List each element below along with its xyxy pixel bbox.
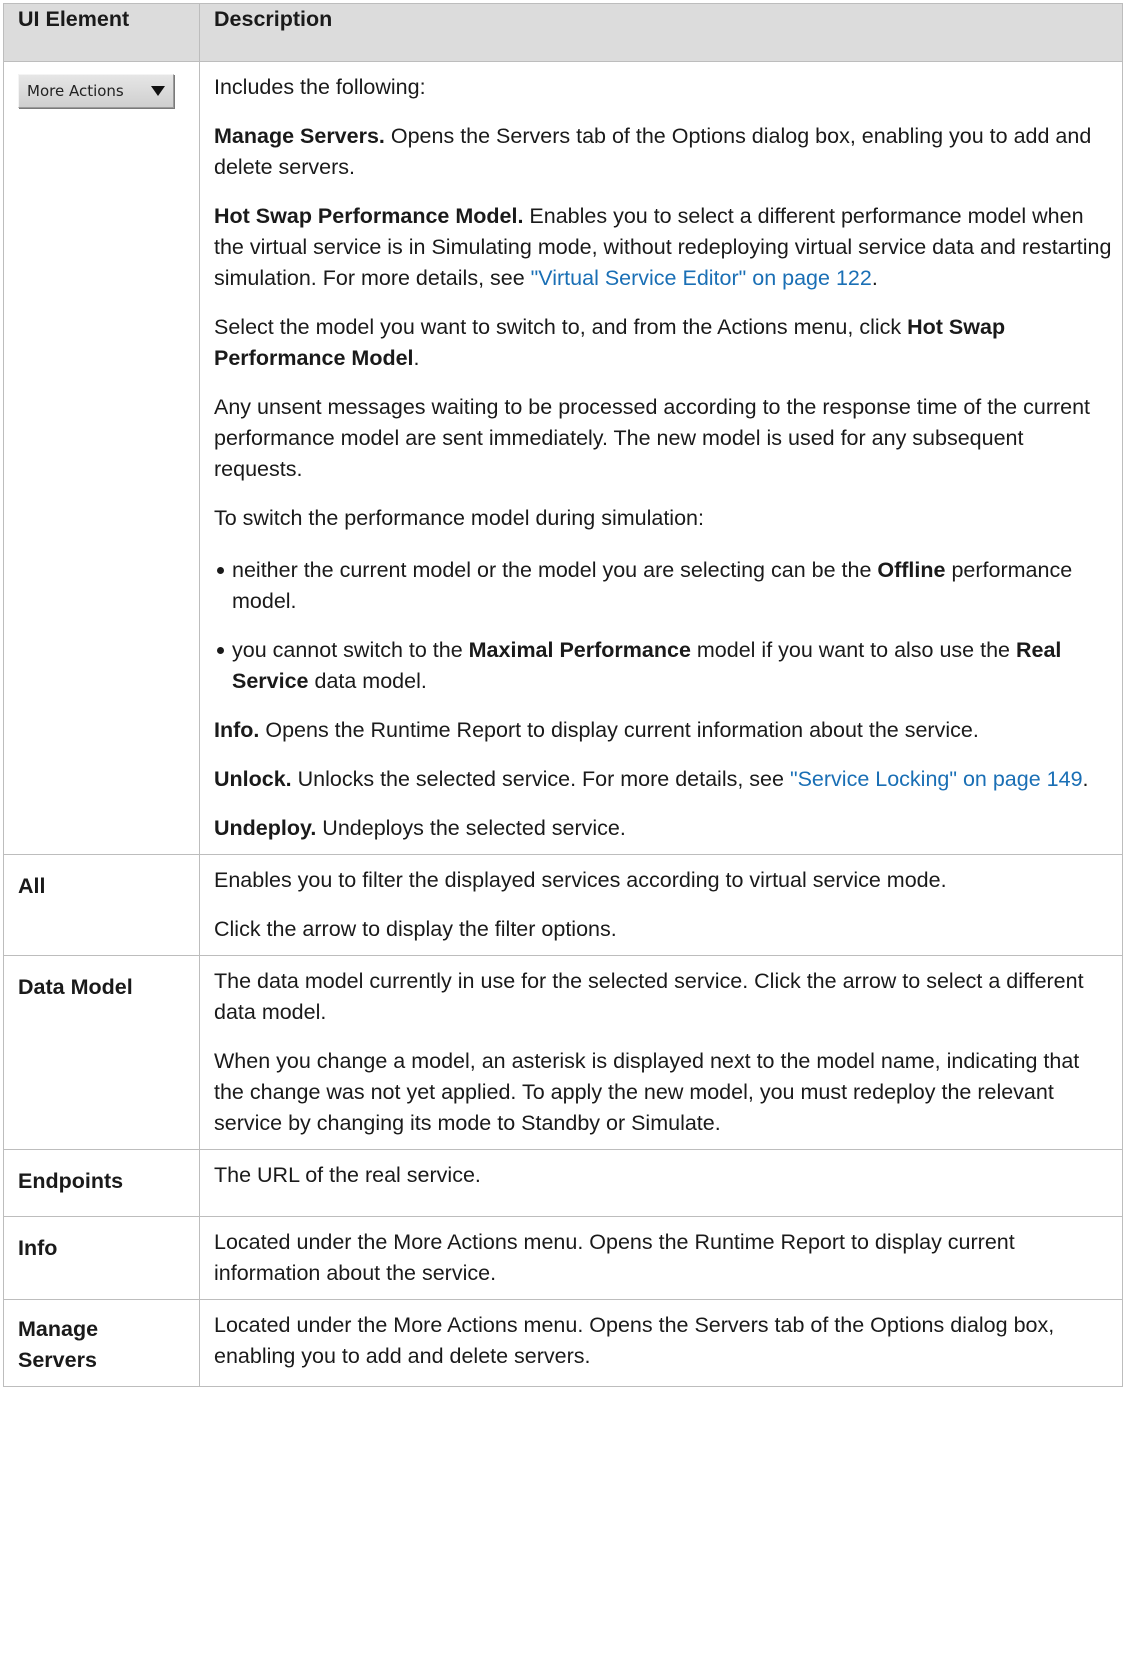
info-paragraph: Info. Opens the Runtime Report to displa…: [214, 715, 1112, 746]
select-model-paragraph: Select the model you want to switch to, …: [214, 312, 1112, 374]
bullet1-bold: Offline: [877, 558, 946, 582]
info-text: Opens the Runtime Report to display curr…: [259, 718, 979, 742]
table-row-manage-servers: Manage Servers Located under the More Ac…: [3, 1299, 1123, 1387]
bullet2-mid: model if you want to also use the: [690, 638, 1016, 662]
more-actions-button-label: More Actions: [27, 82, 124, 100]
service-locking-link[interactable]: "Service Locking" on page 149: [790, 767, 1083, 791]
manage-servers-term: Manage Servers.: [214, 124, 385, 148]
ui-element-cell: All: [3, 854, 200, 956]
manage-servers-label-line2: Servers: [18, 1348, 97, 1372]
hot-swap-after: .: [871, 266, 878, 290]
more-actions-button[interactable]: More Actions: [18, 74, 174, 108]
ui-element-cell: Manage Servers: [3, 1299, 200, 1387]
unlock-after: .: [1082, 767, 1089, 791]
switch-intro-paragraph: To switch the performance model during s…: [214, 506, 704, 530]
list-item: you cannot switch to the Maximal Perform…: [217, 635, 1112, 697]
select-model-after: .: [413, 346, 420, 370]
description-cell: Includes the following: Manage Servers. …: [199, 61, 1123, 855]
bullet2-bold1: Maximal Performance: [468, 638, 691, 662]
table-row-data-model: Data Model The data model currently in u…: [3, 955, 1123, 1150]
manage-servers-paragraph: Manage Servers. Opens the Servers tab of…: [214, 121, 1112, 183]
bullet2-after: data model.: [308, 669, 427, 693]
select-model-text: Select the model you want to switch to, …: [214, 315, 908, 339]
unlock-term: Unlock.: [214, 767, 292, 791]
all-label: All: [18, 874, 46, 898]
info-desc: Located under the More Actions menu. Ope…: [214, 1230, 1015, 1285]
table-row-info: Info Located under the More Actions menu…: [3, 1216, 1123, 1300]
bullet-icon: [217, 647, 224, 654]
info-term: Info.: [214, 718, 260, 742]
table-row-all: All Enables you to filter the displayed …: [3, 854, 1123, 956]
ui-element-cell: Data Model: [3, 955, 200, 1150]
bullet-icon: [217, 567, 224, 574]
table-row-endpoints: Endpoints The URL of the real service.: [3, 1149, 1123, 1217]
header-ui-element: UI Element: [3, 3, 200, 62]
manage-servers-label-line1: Manage: [18, 1317, 99, 1341]
endpoints-label: Endpoints: [18, 1169, 124, 1193]
table-header-row: UI Element Description: [3, 3, 1123, 62]
data-model-desc-2: When you change a model, an asterisk is …: [214, 1049, 1080, 1135]
ui-element-cell: More Actions: [3, 61, 200, 855]
description-cell: Located under the More Actions menu. Ope…: [199, 1216, 1123, 1300]
ui-element-cell: Info: [3, 1216, 200, 1300]
list-item: neither the current model or the model y…: [217, 555, 1112, 617]
virtual-service-editor-link[interactable]: "Virtual Service Editor" on page 122: [531, 266, 872, 290]
data-model-desc-1: The data model currently in use for the …: [214, 969, 1084, 1024]
ui-element-table: UI Element Description More Actions Incl…: [3, 3, 1123, 1387]
manage-servers-desc: Located under the More Actions menu. Ope…: [214, 1313, 1055, 1368]
description-cell: Located under the More Actions menu. Ope…: [199, 1299, 1123, 1387]
table-row-more-actions: More Actions Includes the following: Man…: [3, 61, 1123, 855]
undeploy-term: Undeploy.: [214, 816, 317, 840]
hot-swap-paragraph: Hot Swap Performance Model. Enables you …: [214, 201, 1112, 294]
triangle-down-icon: [151, 86, 165, 96]
endpoints-desc: The URL of the real service.: [214, 1163, 481, 1187]
more-actions-intro: Includes the following:: [214, 75, 426, 99]
undeploy-paragraph: Undeploy. Undeploys the selected service…: [214, 813, 1112, 844]
unsent-paragraph: Any unsent messages waiting to be proces…: [214, 395, 1091, 481]
header-description: Description: [199, 3, 1123, 62]
info-label: Info: [18, 1236, 58, 1260]
hot-swap-term: Hot Swap Performance Model.: [214, 204, 524, 228]
all-desc-2: Click the arrow to display the filter op…: [214, 917, 617, 941]
description-cell: Enables you to filter the displayed serv…: [199, 854, 1123, 956]
bullet1-text: neither the current model or the model y…: [232, 558, 878, 582]
description-cell: The data model currently in use for the …: [199, 955, 1123, 1150]
undeploy-text: Undeploys the selected service.: [316, 816, 626, 840]
unlock-paragraph: Unlock. Unlocks the selected service. Fo…: [214, 764, 1112, 795]
ui-element-cell: Endpoints: [3, 1149, 200, 1217]
all-desc-1: Enables you to filter the displayed serv…: [214, 868, 947, 892]
switch-conditions-list: neither the current model or the model y…: [214, 555, 1112, 697]
unlock-text: Unlocks the selected service. For more d…: [291, 767, 790, 791]
data-model-label: Data Model: [18, 975, 133, 999]
description-cell: The URL of the real service.: [199, 1149, 1123, 1217]
bullet2-text: you cannot switch to the: [232, 638, 469, 662]
